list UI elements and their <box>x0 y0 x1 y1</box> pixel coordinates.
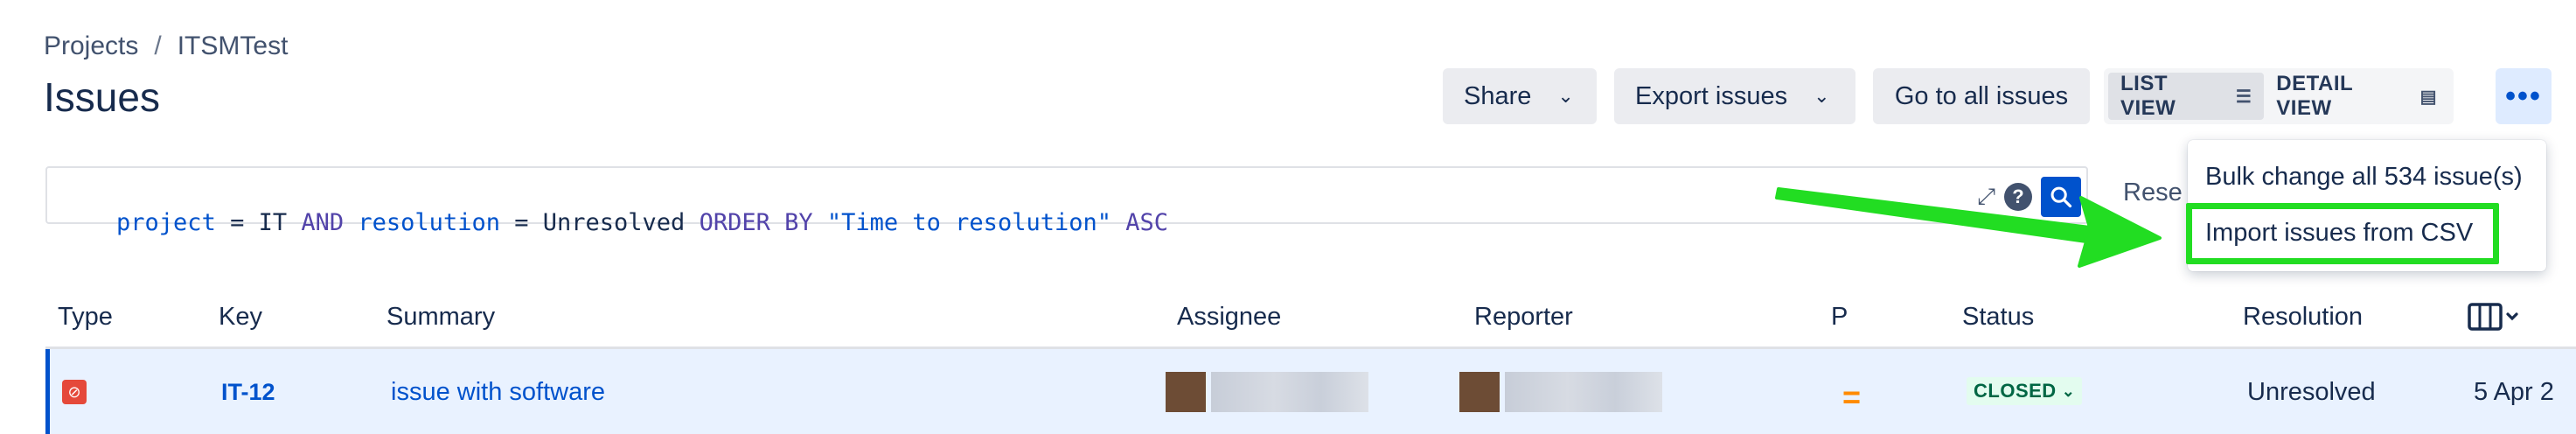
jql-token: IT <box>258 209 288 236</box>
avatar <box>1459 372 1500 412</box>
reporter-avatar[interactable] <box>1459 372 1662 412</box>
share-label: Share <box>1464 81 1532 110</box>
breadcrumb: Projects / ITSMTest <box>44 32 288 61</box>
list-view-label: LIST VIEW <box>2120 72 2176 120</box>
jql-token: "Time to resolution" <box>826 209 1111 236</box>
columns-icon <box>2468 303 2518 331</box>
list-view-button[interactable]: LIST VIEW ☰ <box>2108 72 2265 120</box>
column-header-status[interactable]: Status <box>1962 303 2034 332</box>
issue-key-link[interactable]: IT-12 <box>221 379 275 406</box>
more-actions-button[interactable]: ••• <box>2496 68 2552 124</box>
table-header: Type Key Summary Assignee Reporter P Sta… <box>45 298 2576 345</box>
view-toggle: LIST VIEW ☰ DETAIL VIEW ▤ <box>2104 68 2454 124</box>
jql-token: project <box>116 209 216 236</box>
search-icon <box>2050 186 2072 208</box>
jql-token: resolution <box>358 209 500 236</box>
export-issues-button[interactable]: Export issues ⌄ <box>1614 68 1855 124</box>
resolution-value: Unresolved <box>2247 378 2376 406</box>
jql-actions: ⤢ ? <box>1977 177 2081 217</box>
search-button[interactable] <box>2041 177 2081 217</box>
created-date: 5 Apr 2 <box>2474 378 2554 406</box>
goto-label: Go to all issues <box>1894 81 2069 110</box>
assignee-avatar[interactable] <box>1166 372 1368 412</box>
jql-token: Unresolved <box>542 209 686 236</box>
column-header-type[interactable]: Type <box>58 303 113 332</box>
bug-icon: ⊘ <box>62 380 87 404</box>
menu-item-bulk-change[interactable]: Bulk change all 534 issue(s) <box>2205 163 2523 192</box>
detail-view-label: DETAIL VIEW <box>2276 72 2353 120</box>
breadcrumb-project-link[interactable]: ITSMTest <box>178 32 289 61</box>
list-icon: ☰ <box>2235 87 2252 107</box>
priority-medium-icon: = <box>1842 379 1862 415</box>
column-header-reporter[interactable]: Reporter <box>1474 303 1573 332</box>
jql-search-input[interactable]: project = IT AND resolution = Unresolved… <box>45 166 2088 236</box>
reset-button[interactable]: Rese <box>2123 178 2183 207</box>
assignee-name-redacted <box>1211 372 1368 412</box>
jql-token: = <box>499 209 543 236</box>
expand-icon[interactable]: ⤢ <box>1977 183 1995 211</box>
chevron-down-icon: ⌄ <box>1814 85 1830 107</box>
column-header-assignee[interactable]: Assignee <box>1177 303 1281 332</box>
chevron-down-icon: ⌄ <box>1557 85 1574 107</box>
columns-picker-button[interactable] <box>2468 301 2524 340</box>
column-header-key[interactable]: Key <box>219 303 262 332</box>
export-label: Export issues <box>1635 81 1788 110</box>
column-header-priority[interactable]: P <box>1831 303 1848 332</box>
breadcrumb-separator: / <box>154 32 162 60</box>
chevron-down-icon: ⌄ <box>2061 382 2076 400</box>
table-row[interactable]: ⊘ IT-12 issue with software = CLOSED ⌄ U… <box>45 349 2576 434</box>
status-label: CLOSED <box>1974 380 2057 402</box>
detail-view-icon: ▤ <box>2419 87 2437 107</box>
jql-token: ORDER BY <box>685 209 827 236</box>
status-badge[interactable]: CLOSED ⌄ <box>1967 377 2083 405</box>
jql-query-text[interactable]: project = IT AND resolution = Unresolved… <box>59 182 1168 263</box>
share-button[interactable]: Share ⌄ <box>1443 68 1597 124</box>
column-header-resolution[interactable]: Resolution <box>2243 303 2363 332</box>
more-horizontal-icon: ••• <box>2505 79 2542 113</box>
avatar <box>1166 372 1206 412</box>
jql-token: ASC <box>1110 209 1169 236</box>
go-to-all-issues-button[interactable]: Go to all issues <box>1873 68 2090 124</box>
jql-token: = <box>215 209 259 236</box>
column-header-summary[interactable]: Summary <box>386 303 495 332</box>
jql-token: AND <box>287 209 359 236</box>
breadcrumb-projects-link[interactable]: Projects <box>44 32 138 61</box>
help-icon[interactable]: ? <box>2004 183 2032 211</box>
page-title: Issues <box>44 74 160 120</box>
reporter-name-redacted <box>1505 372 1662 412</box>
issue-summary-link[interactable]: issue with software <box>391 378 605 407</box>
detail-view-button[interactable]: DETAIL VIEW ▤ <box>2264 72 2449 120</box>
highlight-box <box>2186 203 2499 264</box>
